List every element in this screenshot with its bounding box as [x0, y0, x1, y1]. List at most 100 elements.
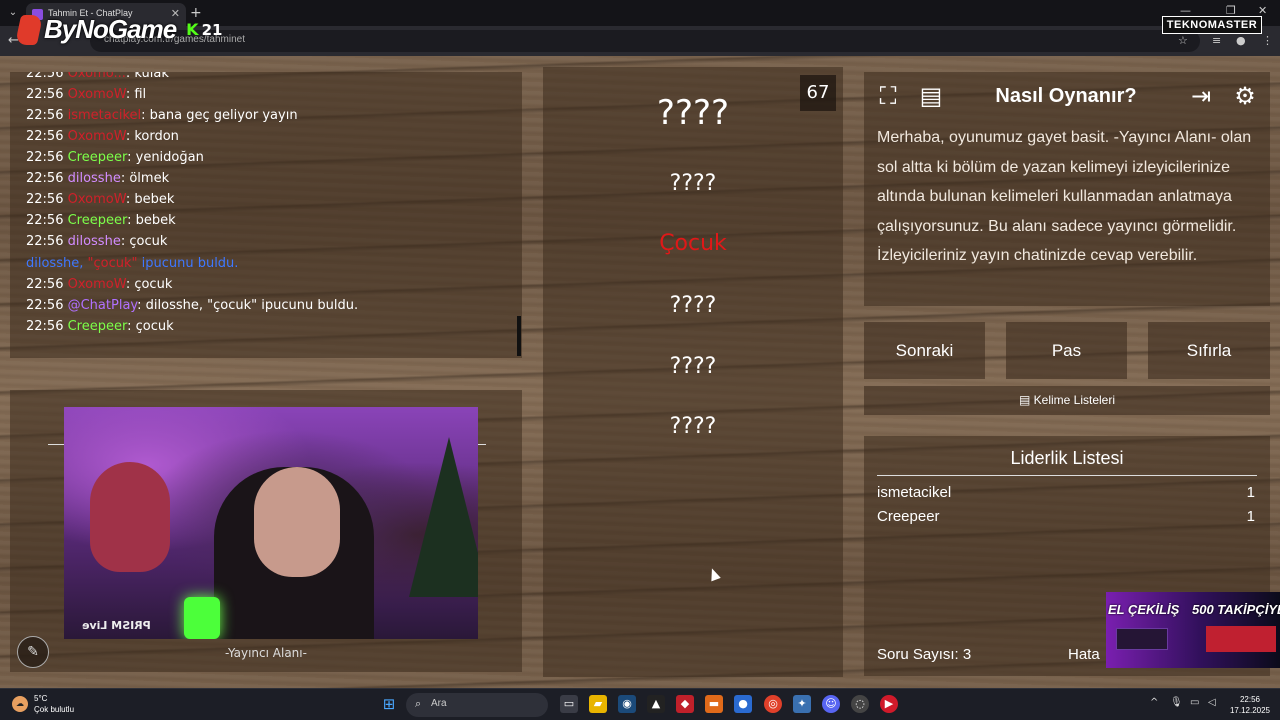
kick-badge: K 21: [186, 20, 222, 39]
steam-icon[interactable]: ◉: [618, 695, 636, 713]
windows-start-icon[interactable]: ⊞: [380, 695, 398, 713]
bookmark-star-icon[interactable]: ☆: [1178, 34, 1188, 47]
chat-message: 22:56 dilosshe: çocuk: [26, 234, 168, 249]
gear-icon[interactable]: ⚙: [1227, 78, 1263, 114]
chat-username: dilosshe: [67, 234, 121, 249]
question-count: Soru Sayısı: 3: [877, 646, 972, 663]
brand-name: ByNoGame: [44, 14, 177, 44]
hint-found-message: dilosshe, "çocuk" ipucunu buldu.: [26, 256, 239, 271]
chat-message: 22:56 OxomoW: fil: [26, 87, 147, 102]
next-button[interactable]: Sonraki: [864, 322, 985, 379]
chat-username: Creepeer: [67, 150, 128, 165]
media-icon[interactable]: ≡: [1212, 34, 1221, 47]
leaderboard-title: Liderlik Listesi: [877, 448, 1257, 476]
streamer-area-label: -Yayıncı Alanı-: [225, 646, 307, 660]
kick-icon: K: [186, 20, 199, 39]
chat-username: ismetacikel: [67, 108, 142, 123]
date: 17.12.2025: [1229, 706, 1271, 715]
exit-icon[interactable]: ⇥: [1183, 78, 1219, 114]
file-explorer-icon[interactable]: ▰: [589, 695, 607, 713]
giveaway-text: EL ÇEKİLİŞ: [1108, 602, 1180, 617]
list-icon: ▤: [1018, 393, 1034, 407]
main-word: ????: [656, 93, 730, 133]
microphone: [184, 597, 220, 639]
notes-icon[interactable]: ▤: [913, 78, 949, 114]
chat-panel: 22:56 Oxomo...: kulak 22:56 OxomoW: fil …: [10, 72, 522, 358]
followers-text: 500 TAKİPÇİYE ÖZ: [1192, 602, 1280, 617]
weather-widget[interactable]: ☁ 5°C Çok bulutlu: [12, 693, 74, 715]
teddy-bear: [90, 462, 170, 572]
chat-message: 22:56 Oxomo...: kulak: [26, 72, 169, 81]
volume-icon[interactable]: ◁: [1208, 697, 1216, 708]
taskbar-search[interactable]: ⌕ Ara: [406, 693, 548, 717]
chat-message: 22:56 dilosshe: ölmek: [26, 171, 170, 186]
chrome-icon[interactable]: ◎: [764, 695, 782, 713]
chat-username: Oxomo...: [67, 72, 126, 81]
hint-word: ????: [669, 171, 717, 196]
chat-message: 22:56 Creepeer: çocuk: [26, 319, 174, 334]
hint-word: ????: [669, 354, 717, 379]
reset-button[interactable]: Sıfırla: [1148, 322, 1270, 379]
sponsor-logo: TEKNOMASTER: [1162, 16, 1262, 34]
chat-message: 22:56 OxomoW: kordon: [26, 129, 179, 144]
christmas-tree: [409, 437, 478, 597]
search-placeholder: Ara: [431, 698, 447, 709]
youtube-icon[interactable]: ▶: [880, 695, 898, 713]
chat-message: 22:56 OxomoW: bebek: [26, 192, 175, 207]
chat-username: @ChatPlay: [67, 298, 138, 313]
taskbar: ☁ 5°C Çok bulutlu ⊞ ⌕ Ara ▭ ▰ ◉ ▲ ◆ ▬ ● …: [0, 688, 1280, 720]
streamer-head: [254, 467, 340, 577]
temperature: 5°C: [34, 694, 48, 703]
keyboard-image: [1206, 626, 1276, 652]
profile-icon[interactable]: ●: [1236, 34, 1246, 47]
app-icon[interactable]: ▲: [647, 695, 665, 713]
how-to-play-title: Nasıl Oynanır?: [995, 85, 1137, 107]
error-count: Hata: [1068, 646, 1100, 663]
hint-word: ????: [669, 414, 717, 439]
chat-username: Creepeer: [67, 213, 128, 228]
prism-live-watermark: PRISM Live: [82, 619, 151, 632]
network-icon[interactable]: ▭: [1190, 697, 1199, 708]
app-icon[interactable]: ✦: [793, 695, 811, 713]
word-lists-button[interactable]: ▤ Kelime Listeleri: [864, 386, 1270, 415]
chat-username: dilosshe: [67, 171, 121, 186]
chat-message: 22:56 Creepeer: yenidoğan: [26, 150, 204, 165]
microphone-icon[interactable]: 🎙: [1170, 697, 1183, 708]
divider: [48, 444, 64, 445]
bynogame-logo: ByNoGame K 21: [14, 14, 222, 45]
task-view-icon[interactable]: ▭: [560, 695, 578, 713]
address-bar[interactable]: chatplay.com.tr/games/tahminet: [90, 30, 1200, 52]
chat-username: OxomoW: [67, 192, 126, 207]
chat-message: 22:56 ismetacikel: bana geç geliyor yayı…: [26, 108, 298, 123]
chat-username: OxomoW: [67, 129, 126, 144]
chat-message: 22:56 OxomoW: çocuk: [26, 277, 173, 292]
shield-icon[interactable]: ◆: [676, 695, 694, 713]
app-icon[interactable]: ●: [734, 695, 752, 713]
time: 22:56: [1239, 695, 1261, 704]
weather-condition: Çok bulutlu: [34, 705, 75, 714]
leaderboard-row: ismetacikel 1: [877, 484, 1255, 501]
bynogame-mark-icon: [14, 14, 44, 45]
discord-icon[interactable]: ☺: [822, 695, 840, 713]
leaderboard-row: Creepeer 1: [877, 508, 1255, 525]
kick-count: 21: [201, 20, 223, 39]
mouse-image: [1116, 628, 1168, 650]
divider: [478, 444, 486, 445]
chat-scrollbar[interactable]: [517, 316, 521, 356]
chat-message: 22:56 @ChatPlay: dilosshe, "çocuk" ipucu…: [26, 298, 359, 313]
app-icon[interactable]: ▬: [705, 695, 723, 713]
giveaway-banner: EL ÇEKİLİŞ 500 TAKİPÇİYE ÖZ: [1106, 592, 1280, 668]
chat-message: 22:56 Creepeer: bebek: [26, 213, 176, 228]
pass-button[interactable]: Pas: [1006, 322, 1127, 379]
pen-icon[interactable]: ✎: [17, 636, 49, 668]
chevron-up-icon[interactable]: ^: [1150, 697, 1158, 708]
obs-icon[interactable]: ◌: [851, 695, 869, 713]
how-to-play-text: Merhaba, oyunumuz gayet basit. -Yayıncı …: [877, 129, 1252, 265]
fullscreen-icon[interactable]: ⛶: [870, 78, 906, 114]
chat-username: OxomoW: [67, 277, 126, 292]
chat-username: OxomoW: [67, 87, 126, 102]
clock[interactable]: 22:56 17.12.2025: [1228, 694, 1272, 716]
chat-username: Creepeer: [67, 319, 128, 334]
menu-icon[interactable]: ⋮: [1262, 34, 1273, 47]
weather-icon: ☁: [12, 696, 28, 712]
